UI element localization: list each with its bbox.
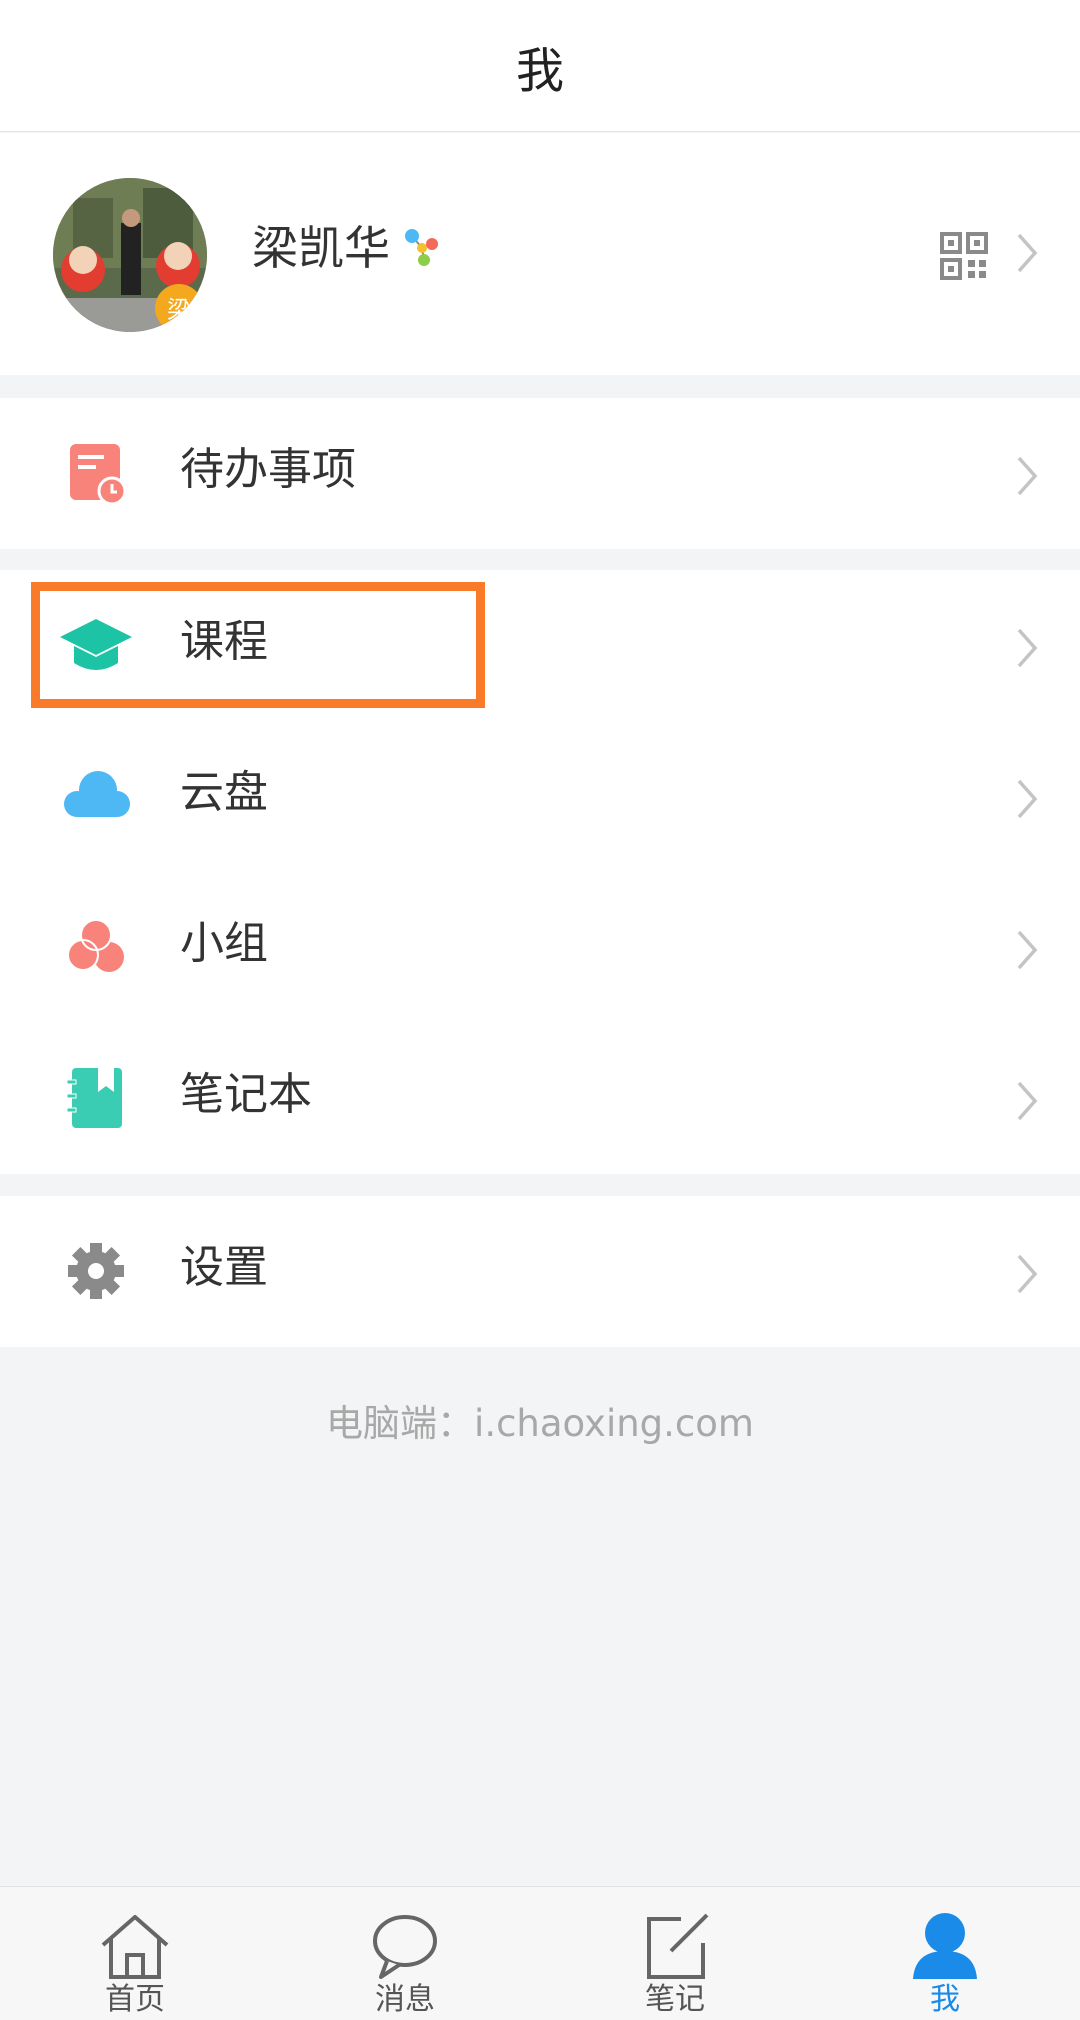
menu-label: 待办事项 (180, 444, 356, 495)
qr-code-icon[interactable] (940, 232, 988, 284)
tab-notes[interactable]: 笔记 (540, 1887, 810, 2020)
avatar[interactable]: 梁 (53, 178, 207, 332)
tab-label: 消息 (375, 1982, 435, 2017)
tab-me[interactable]: 我 (810, 1887, 1080, 2020)
group-circles-icon (60, 915, 132, 979)
chevron-right-icon (1015, 1253, 1039, 1299)
bottom-tab-bar: 首页 消息 笔记 我 (0, 1886, 1080, 2020)
menu-item-group[interactable]: 小组 (0, 872, 1080, 1023)
tab-label: 我 (930, 1982, 960, 2017)
menu-item-settings[interactable]: 设置 (0, 1196, 1080, 1347)
cloud-icon (60, 764, 132, 828)
highlight-box (31, 582, 485, 708)
tab-label: 笔记 (645, 1982, 705, 2017)
notebook-icon (60, 1066, 132, 1130)
chevron-right-icon (1015, 232, 1039, 278)
todo-list-icon (60, 441, 132, 506)
chat-bubble-icon (367, 1911, 443, 1981)
chevron-right-icon (1015, 1080, 1039, 1126)
menu-item-cloud[interactable]: 云盘 (0, 721, 1080, 872)
gear-icon (60, 1239, 132, 1303)
chevron-right-icon (1015, 929, 1039, 975)
badge-icon (402, 226, 440, 268)
menu-item-notebook[interactable]: 笔记本 (0, 1023, 1080, 1174)
menu-label: 设置 (180, 1242, 268, 1293)
profile-card[interactable]: 梁 梁凯华 (0, 133, 1080, 375)
menu-label: 笔记本 (180, 1069, 312, 1120)
menu-label: 小组 (180, 918, 268, 969)
home-icon (97, 1911, 173, 1981)
edit-note-icon (637, 1911, 713, 1981)
menu-label: 云盘 (180, 767, 268, 818)
tab-home[interactable]: 首页 (0, 1887, 270, 2020)
menu-group-todo: 待办事项 (0, 398, 1080, 549)
tab-label: 首页 (105, 1982, 165, 2017)
chevron-right-icon (1015, 455, 1039, 501)
avatar-badge-text: 梁 (167, 296, 191, 324)
page-title: 我 (515, 42, 564, 99)
pc-url-text: 电脑端：i.chaoxing.com (326, 1402, 754, 1445)
person-icon (907, 1911, 983, 1981)
top-header: 我 (0, 0, 1080, 132)
menu-group-settings: 设置 (0, 1196, 1080, 1347)
chevron-right-icon (1015, 627, 1039, 673)
menu-item-todo[interactable]: 待办事项 (0, 398, 1080, 549)
chevron-right-icon (1015, 778, 1039, 824)
profile-name: 梁凯华 (252, 221, 390, 275)
tab-messages[interactable]: 消息 (270, 1887, 540, 2020)
